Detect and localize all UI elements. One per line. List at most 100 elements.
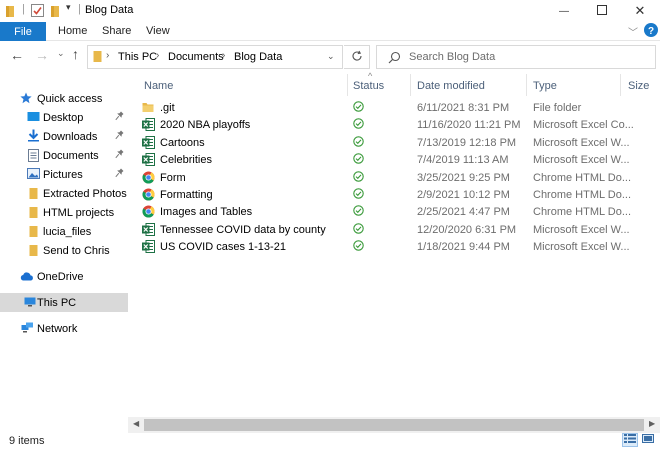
column-divider[interactable]: [347, 74, 348, 96]
refresh-button[interactable]: [344, 45, 370, 69]
sidebar-item-onedrive[interactable]: OneDrive: [0, 267, 128, 286]
column-date-modified[interactable]: Date modified: [417, 80, 485, 92]
file-name[interactable]: Form: [160, 172, 344, 184]
sidebar-item-documents[interactable]: Documents: [0, 146, 128, 165]
breadcrumb-separator[interactable]: ›: [156, 50, 159, 61]
sidebar-item-network[interactable]: Network: [0, 319, 128, 338]
forward-button[interactable]: →: [35, 47, 49, 63]
file-type: File folder: [533, 102, 582, 114]
search-icon: [388, 51, 401, 67]
file-row[interactable]: Cartoons 7/13/2019 12:18 PM Microsoft Exce…: [128, 135, 660, 152]
up-button[interactable]: ↑: [72, 46, 79, 62]
search-box[interactable]: Search Blog Data: [376, 45, 656, 69]
pin-icon[interactable]: [115, 168, 124, 182]
file-row[interactable]: Tennessee COVID data by county 12/20/2020…: [128, 222, 660, 239]
excel-icon: [142, 240, 155, 256]
sidebar-item-this-pc[interactable]: This PC: [0, 293, 128, 312]
tab-home[interactable]: Home: [58, 25, 87, 37]
scrollbar-thumb[interactable]: [144, 419, 644, 431]
file-type: Microsoft Excel W...: [533, 223, 630, 236]
column-size[interactable]: Size: [628, 80, 649, 92]
breadcrumb-blog-data[interactable]: Blog Data: [234, 51, 282, 63]
file-name[interactable]: .git: [160, 102, 344, 114]
breadcrumb-separator[interactable]: ›: [222, 50, 225, 61]
minimize-button[interactable]: —: [546, 0, 582, 22]
properties-icon[interactable]: [31, 4, 44, 20]
nav-label: OneDrive: [37, 270, 84, 283]
column-status[interactable]: Status: [353, 80, 384, 92]
nav-quick-access[interactable]: Quick access: [0, 89, 128, 108]
file-name[interactable]: 2020 NBA playoffs: [160, 119, 344, 131]
folder-icon: [29, 225, 38, 241]
scroll-right-icon[interactable]: ▶: [649, 419, 655, 428]
column-divider[interactable]: [526, 74, 527, 96]
sidebar-item-desktop[interactable]: Desktop: [0, 108, 128, 127]
file-row[interactable]: US COVID cases 1-13-21 1/18/2021 9:44 PM M…: [128, 239, 660, 256]
sync-status-icon: [353, 153, 364, 167]
breadcrumb-documents[interactable]: Documents: [168, 51, 224, 63]
large-icons-view-button[interactable]: [640, 433, 656, 447]
breadcrumb-separator[interactable]: ›: [106, 50, 109, 61]
column-divider[interactable]: [410, 74, 411, 96]
nav-label: Network: [37, 322, 78, 335]
help-button[interactable]: ?: [644, 23, 658, 40]
maximize-icon: [597, 4, 607, 18]
column-name[interactable]: Name: [144, 80, 173, 92]
search-input[interactable]: Search Blog Data: [409, 51, 495, 63]
file-name[interactable]: Cartoons: [160, 137, 344, 149]
file-name[interactable]: Images and Tables: [160, 206, 344, 218]
expand-ribbon-icon[interactable]: ﹀: [628, 24, 638, 39]
maximize-button[interactable]: [584, 0, 620, 22]
pin-icon[interactable]: [115, 111, 124, 125]
pin-icon[interactable]: [115, 149, 124, 163]
address-history-icon[interactable]: ⌄: [327, 51, 335, 62]
file-name[interactable]: Celebrities: [160, 154, 344, 166]
computer-icon: [24, 297, 36, 310]
horizontal-scrollbar[interactable]: ◀ ▶: [128, 417, 660, 433]
nav-label: Documents: [43, 149, 99, 162]
sidebar-item-extracted-photos[interactable]: Extracted Photos: [0, 184, 128, 203]
file-row[interactable]: Images and Tables 2/25/2021 4:47 PM Chrome…: [128, 204, 660, 221]
column-header: ^ Name Status Date modified Type Size: [128, 71, 660, 96]
file-name[interactable]: Tennessee COVID data by county: [160, 224, 344, 236]
sidebar-item-lucia-files[interactable]: lucia_files: [0, 222, 128, 241]
tab-share[interactable]: Share: [102, 25, 131, 37]
file-date-modified: 2/9/2021 10:12 PM: [417, 189, 510, 201]
separator: |: [78, 3, 81, 15]
details-view-button[interactable]: [622, 433, 638, 447]
sync-status-icon: [353, 240, 364, 254]
recent-locations-icon[interactable]: ⌄: [57, 48, 65, 59]
tab-file[interactable]: File: [0, 22, 46, 41]
cloud-icon: [20, 272, 34, 284]
close-button[interactable]: ✕: [622, 0, 658, 22]
file-date-modified: 6/11/2021 8:31 PM: [417, 102, 510, 114]
file-date-modified: 2/25/2021 4:47 PM: [417, 206, 510, 219]
file-type: Chrome HTML Do...: [533, 171, 632, 184]
file-date-modified: 12/20/2020 6:31 PM: [417, 223, 517, 236]
file-row[interactable]: Form 3/25/2021 9:25 PM Chrome HTML Do...: [128, 170, 660, 187]
sidebar-item-pictures[interactable]: Pictures: [0, 165, 128, 184]
file-row[interactable]: 2020 NBA playoffs 11/16/2020 11:21 PM Micr…: [128, 117, 660, 134]
column-type[interactable]: Type: [533, 80, 557, 92]
file-row[interactable]: .git 6/11/2021 8:31 PM File folder: [128, 100, 660, 117]
sidebar-item-downloads[interactable]: Downloads: [0, 127, 128, 146]
file-row[interactable]: Celebrities 7/4/2019 11:13 AM Microsoft Ex…: [128, 152, 660, 169]
column-divider[interactable]: [620, 74, 621, 96]
file-name[interactable]: Formatting: [160, 189, 344, 201]
file-row[interactable]: Formatting 2/9/2021 10:12 PM Chrome HTML D…: [128, 187, 660, 204]
file-name[interactable]: US COVID cases 1-13-21: [160, 241, 344, 253]
folder-icon: [142, 101, 154, 116]
breadcrumb-this-pc[interactable]: This PC: [118, 51, 157, 63]
sidebar-item-html-projects[interactable]: HTML projects: [0, 203, 128, 222]
new-folder-icon[interactable]: [50, 4, 60, 21]
file-type: Microsoft Excel W...: [533, 154, 630, 167]
file-date-modified: 11/16/2020 11:21 PM: [417, 119, 521, 132]
tab-view[interactable]: View: [146, 25, 170, 37]
customize-toolbar-icon[interactable]: ▾: [66, 2, 71, 13]
back-button[interactable]: ←: [10, 47, 24, 63]
address-bar[interactable]: › This PC › Documents › Blog Data ⌄: [87, 45, 343, 69]
star-icon: [20, 92, 32, 107]
scroll-left-icon[interactable]: ◀: [133, 419, 139, 428]
pin-icon[interactable]: [115, 130, 124, 144]
sidebar-item-send-to-chris[interactable]: Send to Chris: [0, 241, 128, 260]
